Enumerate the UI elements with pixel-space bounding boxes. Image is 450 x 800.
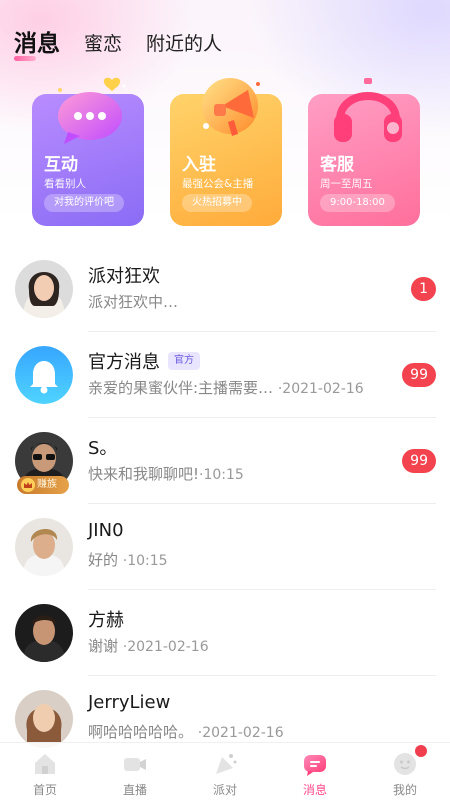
avatar — [15, 260, 73, 318]
conversation-preview: 快来和我聊聊吧!·10:15 — [88, 463, 398, 484]
card-subtitle: 周一至周五 — [320, 178, 373, 190]
conversation-preview: 谢谢 ·2021-02-16 — [88, 635, 398, 656]
conversation-name: 官方消息 官方 — [88, 348, 200, 374]
active-tab-indicator — [14, 56, 36, 61]
headphones-icon — [334, 78, 402, 142]
tab-label: 附近的人 — [146, 33, 223, 55]
name-text: JIN0 — [88, 520, 124, 541]
customer-service-card[interactable]: 客服 周一至周五 9:00-18:00 — [308, 78, 420, 228]
join-card[interactable]: 入驻 最强公会&主播 火热招募中 — [170, 78, 282, 228]
name-text: 派对狂欢 — [88, 266, 160, 287]
notification-dot — [415, 745, 427, 757]
conversation-item[interactable]: JIN0 好的 ·10:15 — [0, 504, 450, 590]
name-text: 方赫 — [88, 610, 124, 631]
tab-label: 蜜恋 — [84, 33, 123, 55]
unread-badge: 1 — [411, 277, 436, 301]
megaphone-icon — [202, 78, 260, 136]
crown-icon — [21, 478, 35, 492]
profile-icon — [394, 753, 416, 775]
preview-text: 派对狂欢中… — [88, 293, 179, 311]
unread-badge: 99 — [402, 449, 436, 473]
avatar — [15, 690, 73, 748]
chat-bubble-icon — [58, 77, 126, 144]
nav-label: 直播 — [122, 783, 147, 797]
timestamp: ·2021-02-16 — [197, 725, 284, 741]
interaction-card[interactable]: 互动 看看别人 对我的评价吧 — [32, 77, 144, 228]
tab-romance[interactable]: 蜜恋 — [84, 30, 122, 58]
video-camera-icon — [124, 758, 146, 771]
top-tabs: 消息 蜜恋 附近的人 — [14, 18, 222, 61]
nav-live[interactable]: 直播 — [90, 743, 180, 800]
tab-nearby[interactable]: 附近的人 — [146, 30, 222, 58]
nav-label: 消息 — [302, 783, 327, 797]
card-subtitle: 看看别人 — [44, 178, 86, 190]
nav-label: 首页 — [32, 783, 57, 797]
bell-icon — [15, 346, 73, 404]
card-pill: 对我的评价吧 — [44, 194, 124, 212]
nav-home[interactable]: 首页 — [0, 743, 90, 800]
timestamp: ·2021-02-16 — [277, 381, 364, 397]
card-title: 客服 — [320, 155, 354, 175]
conversation-name: JerryLiew — [88, 692, 170, 713]
message-icon — [304, 755, 326, 776]
conversation-name: JIN0 — [88, 520, 124, 541]
tab-messages[interactable]: 消息 — [14, 30, 60, 61]
timestamp: ·10:15 — [122, 553, 168, 569]
tab-label: 消息 — [14, 31, 60, 57]
feature-cards: 互动 看看别人 对我的评价吧 入驻 最强公会&主播 火热招募中 客服 周一至周五… — [32, 77, 420, 228]
name-text: 官方消息 — [88, 352, 160, 373]
card-subtitle: 最强公会&主播 — [182, 178, 254, 190]
conversation-name: 派对狂欢 — [88, 262, 160, 288]
card-pill: 9:00-18:00 — [320, 194, 395, 212]
card-pill: 火热招募中 — [182, 194, 252, 212]
unread-badge: 99 — [402, 363, 436, 387]
conversation-name: S。 — [88, 434, 117, 460]
name-text: S。 — [88, 438, 118, 459]
preview-text: 好的 — [88, 551, 119, 569]
preview-text: 快来和我聊聊吧! — [88, 465, 200, 483]
home-icon — [35, 754, 55, 774]
vip-badge: 赚族 — [17, 476, 69, 494]
name-text: JerryLiew — [88, 692, 171, 713]
avatar — [15, 604, 73, 662]
conversation-name: 方赫 — [88, 606, 124, 632]
conversation-item[interactable]: 派对狂欢 派对狂欢中… 1 — [0, 246, 450, 332]
timestamp: ·2021-02-16 — [122, 639, 209, 655]
conversation-preview: 啊哈哈哈哈哈。 ·2021-02-16 — [88, 721, 398, 742]
conversation-item[interactable]: 方赫 谢谢 ·2021-02-16 — [0, 590, 450, 676]
nav-label: 我的 — [392, 783, 417, 797]
nav-messages[interactable]: 消息 — [270, 743, 360, 800]
party-icon — [216, 754, 237, 774]
card-title: 互动 — [44, 155, 78, 175]
conversation-item[interactable]: 赚族 S。 快来和我聊聊吧!·10:15 99 — [0, 418, 450, 504]
conversation-item[interactable]: 官方消息 官方 亲爱的果蜜伙伴:主播需要… ·2021-02-16 99 — [0, 332, 450, 418]
vip-badge-label: 赚族 — [37, 479, 57, 490]
bottom-navigation: 首页 直播 派对 消息 我的 — [0, 742, 450, 800]
preview-text: 亲爱的果蜜伙伴:主播需要… — [88, 379, 274, 397]
conversation-preview: 好的 ·10:15 — [88, 549, 398, 570]
nav-label: 派对 — [212, 783, 237, 797]
timestamp: ·10:15 — [199, 467, 244, 483]
avatar — [15, 518, 73, 576]
nav-profile[interactable]: 我的 — [360, 743, 450, 800]
preview-text: 谢谢 — [88, 637, 119, 655]
conversation-preview: 派对狂欢中… — [88, 291, 398, 312]
official-tag: 官方 — [168, 352, 200, 370]
preview-text: 啊哈哈哈哈哈。 — [88, 723, 194, 741]
conversation-preview: 亲爱的果蜜伙伴:主播需要… ·2021-02-16 — [88, 377, 398, 398]
nav-party[interactable]: 派对 — [180, 743, 270, 800]
card-title: 入驻 — [182, 155, 216, 175]
conversation-list: 派对狂欢 派对狂欢中… 1 官方消息 官方 亲爱的果蜜伙伴:主播需要… ·202… — [0, 246, 450, 762]
